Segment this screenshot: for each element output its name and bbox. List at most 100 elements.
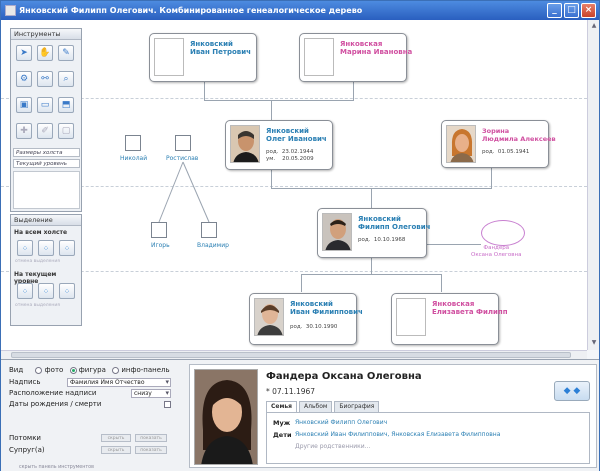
title-bar[interactable]: Янковский Филипп Олегович. Комбинированн… [1, 1, 599, 20]
dates-checkbox[interactable] [164, 401, 171, 408]
person-birth-date: * 07.11.1967 [266, 387, 316, 396]
tab-biography[interactable]: Биография [334, 401, 380, 412]
close-button[interactable]: × [581, 3, 596, 18]
select-tool-icon[interactable]: ➤ [16, 45, 32, 61]
photo-placeholder [154, 38, 184, 76]
connector [491, 168, 492, 188]
small-person-box[interactable] [175, 135, 191, 151]
tab-family[interactable]: Семья [266, 401, 298, 412]
bottom-panel: Вид фото фигура инфо-панель Надпись Фами… [1, 359, 599, 471]
connector [271, 188, 492, 189]
select-group-icon[interactable]: ⁘ [38, 240, 54, 256]
person-photo-large [194, 369, 258, 465]
scroll-thumb[interactable] [11, 352, 571, 358]
save-tool-icon[interactable]: ▣ [16, 97, 32, 113]
selection-panel-title: Выделение [11, 215, 81, 226]
dates-row: Даты рождения / смерти [9, 400, 171, 408]
maximize-button[interactable]: □ [564, 3, 579, 18]
view-info-label: инфо-панель [121, 366, 170, 374]
person-full-name: Фандера Оксана Олеговна [266, 371, 422, 382]
view-photo-radio[interactable] [35, 366, 43, 374]
view-figure-radio[interactable] [69, 366, 77, 374]
small-person-box[interactable] [151, 222, 167, 238]
caption-dropdown[interactable]: Фамилия Имя Отчество [67, 378, 171, 387]
select-invert-icon[interactable]: ⁘ [59, 240, 75, 256]
person-oval-fandera[interactable] [481, 220, 525, 246]
canvas-size-control[interactable]: Размеры холста [13, 148, 80, 157]
scroll-up-icon[interactable]: ▲ [589, 21, 599, 31]
level-divider [1, 98, 587, 99]
person-name: Янковская Елизавета Филипп [432, 300, 508, 316]
level-select-invert-icon[interactable]: ⁘ [59, 283, 75, 299]
person-info-card: Фандера Оксана Олеговна * 07.11.1967 ◆ ◆… [189, 364, 597, 468]
view-label: Вид [9, 366, 24, 374]
connector [441, 274, 442, 292]
scroll-down-icon[interactable]: ▼ [589, 338, 599, 348]
person-name: Янковский Иван Филиппович [290, 300, 363, 316]
vertical-scrollbar[interactable]: ▲ ▼ [587, 20, 599, 350]
small-person-box[interactable] [201, 222, 217, 238]
small-person-label: Владимир [197, 242, 229, 249]
family-tab-content: Муж Янковский Филипп Олегович Дети Янков… [266, 412, 590, 464]
tools-panel: Инструменты ➤ ✋ ✎ ⚙ ⚯ ⌕ ▣ ▭ ⬒ ✚ ✐ ▢ Разм… [10, 28, 82, 212]
view-figure-label: фигура [78, 366, 106, 374]
tree-tool-icon[interactable]: ⚯ [37, 71, 53, 87]
small-person-box[interactable] [125, 135, 141, 151]
caption-position-dropdown[interactable]: снизу [131, 389, 171, 398]
person-card-elizaveta[interactable]: Янковская Елизавета Филипп [391, 293, 508, 345]
delete-tool-icon[interactable]: ▢ [58, 123, 74, 139]
view-info-radio[interactable] [112, 366, 120, 374]
tree-canvas[interactable]: Янковский Иван Петрович Янковская Марина… [1, 20, 587, 350]
info-area [13, 171, 80, 209]
person-card-ivan-filippovich[interactable]: Янковский Иван Филиппович род. 30.10.199… [249, 293, 363, 345]
tools-panel-title: Инструменты [11, 29, 81, 40]
descendants-show-button[interactable]: показать [135, 434, 167, 442]
view-row: Вид фото фигура инфо-панель [9, 366, 170, 374]
connector [271, 100, 272, 120]
minimize-button[interactable]: _ [547, 3, 562, 18]
caption-row: Надпись Фамилия Имя Отчество [9, 378, 171, 387]
caption-position-row: Расположение надписи снизу [9, 389, 171, 398]
spouses-hide-button[interactable]: скрыть [101, 446, 131, 454]
add-tool-icon[interactable]: ✚ [16, 123, 32, 139]
husband-link[interactable]: Янковский Филипп Олегович [295, 419, 387, 426]
zoom-tool-icon[interactable]: ⌕ [58, 71, 74, 87]
person-dates: род. 10.10.1968 [358, 237, 406, 243]
person-card-filipp-olegovich[interactable]: Янковский Филипп Олегович род. 10.10.196… [317, 208, 430, 258]
descendants-hide-button[interactable]: скрыть [101, 434, 131, 442]
person-card-zorina[interactable]: Зорина Людмила Алексеев род. 01.05.1941 [441, 120, 556, 168]
person-card-ivan-petrovich[interactable]: Янковский Иван Петрович [149, 33, 257, 82]
horizontal-scrollbar[interactable] [1, 350, 587, 359]
connector [301, 274, 441, 275]
settings-tool-icon[interactable]: ⚙ [16, 71, 32, 87]
clear-level-selection-hint[interactable]: отмена выделения [15, 303, 60, 308]
person-name: Янковский Иван Петрович [190, 40, 251, 56]
pen-tool-icon[interactable]: ✎ [58, 45, 74, 61]
photo-placeholder [396, 298, 426, 336]
window-title: Янковский Филипп Олегович. Комбинированн… [19, 6, 363, 15]
level-divider [1, 186, 587, 187]
person-card-marina-ivanovna[interactable]: Янковская Марина Ивановна [299, 33, 412, 82]
export-tool-icon[interactable]: ⬒ [58, 97, 74, 113]
edit-tool-icon[interactable]: ✐ [37, 123, 53, 139]
select-all-icon[interactable]: ⁘ [17, 240, 33, 256]
connector [371, 258, 372, 274]
person-card-oleg-ivanovich[interactable]: Янковский Олег Иванович род. 23.02.1944 … [225, 120, 333, 170]
children-links[interactable]: Янковский Иван Филиппович, Янковская Ели… [295, 431, 500, 438]
spouses-row: Супруг(а) скрыть показать [9, 446, 171, 454]
spouses-show-button[interactable]: показать [135, 446, 167, 454]
tab-album[interactable]: Альбом [299, 401, 333, 412]
level-select-all-icon[interactable]: ⁘ [17, 283, 33, 299]
hand-tool-icon[interactable]: ✋ [37, 45, 53, 61]
folder-tool-icon[interactable]: ▭ [37, 97, 53, 113]
connector [204, 100, 354, 101]
selection-panel: Выделение На всем холсте ⁘ ⁘ ⁘ отмена вы… [10, 214, 82, 326]
person-name: Янковская Марина Ивановна [340, 40, 413, 56]
children-label: Дети [273, 431, 292, 439]
other-relatives-link[interactable]: Другие родственники... [295, 443, 370, 450]
nav-arrows-icon[interactable]: ◆ ◆ [554, 381, 590, 401]
hide-tools-panel-link[interactable]: скрыть панель инструментов [19, 465, 94, 470]
current-level-control[interactable]: Текущий уровень [13, 159, 80, 168]
level-select-group-icon[interactable]: ⁘ [38, 283, 54, 299]
clear-selection-hint[interactable]: отмена выделения [15, 259, 60, 264]
